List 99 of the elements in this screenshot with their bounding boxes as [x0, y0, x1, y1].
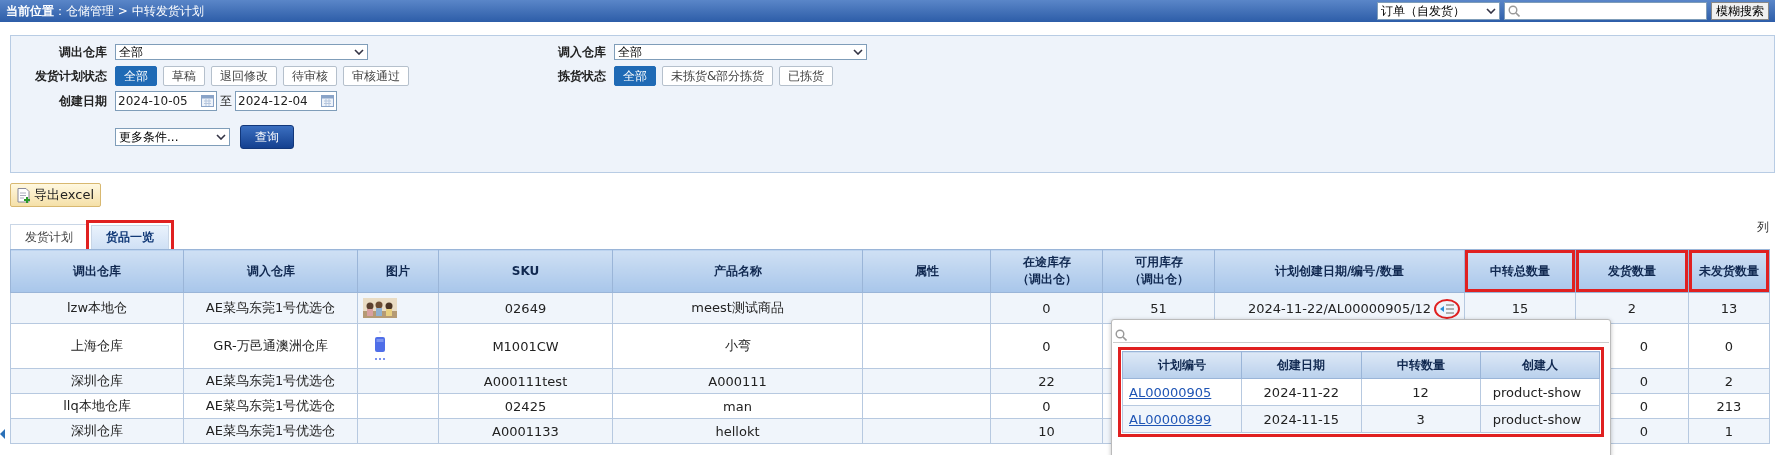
- list-icon: [1439, 303, 1455, 315]
- table-cell: llq本地仓库: [63, 398, 131, 413]
- calendar-icon: [201, 95, 214, 107]
- column-header: 计划编号: [1122, 351, 1242, 379]
- export-button[interactable]: 导出excel: [10, 183, 101, 207]
- caret-icon: [853, 49, 863, 55]
- table-cell: product-show: [1492, 411, 1582, 427]
- warehouse-select[interactable]: 全部: [115, 44, 368, 60]
- search-field[interactable]: [1504, 2, 1707, 20]
- table-cell: 小弯: [724, 338, 751, 353]
- table-cell: 13: [1720, 300, 1738, 316]
- table-cell: AE菜鸟东莞1号优选仓: [205, 300, 336, 315]
- table-cell: 10: [1038, 423, 1055, 439]
- table-cell: 0: [1639, 398, 1649, 414]
- query-button[interactable]: 查询: [240, 125, 294, 149]
- table-cell: AE菜鸟东莞1号优选仓: [205, 398, 336, 413]
- search-icon: [1115, 329, 1127, 341]
- filter-option[interactable]: 全部: [614, 66, 656, 86]
- filter-label: 拣货状态: [557, 67, 606, 85]
- table-cell: man: [723, 398, 752, 414]
- column-header: 创建日期: [1241, 351, 1361, 379]
- table-cell: A0001133: [492, 423, 559, 439]
- date-separator: 至: [220, 92, 232, 110]
- column-header: 中转数量: [1361, 351, 1481, 379]
- table-cell: 0: [1639, 423, 1649, 439]
- search-button[interactable]: 模糊搜索: [1711, 2, 1769, 20]
- table-cell: 深圳仓库: [71, 423, 123, 438]
- warehouse-select[interactable]: 全部: [614, 44, 867, 60]
- caret-icon: [216, 134, 226, 140]
- column-header[interactable]: 未发货数量: [1688, 249, 1770, 293]
- table-cell: AE菜鸟东莞1号优选仓: [205, 373, 336, 388]
- table-cell: 0: [1042, 338, 1051, 354]
- filter-label: 发货计划状态: [34, 67, 107, 85]
- columns-link[interactable]: 列: [1757, 219, 1769, 236]
- column-header[interactable]: 产品名称: [612, 249, 863, 293]
- table-cell: 0: [1042, 398, 1051, 414]
- filter-label: 创建日期: [58, 92, 107, 110]
- table-cell: 2024-11-22/AL00000905/12: [1247, 300, 1432, 316]
- table-cell: 3: [1416, 411, 1425, 427]
- table-cell: M1001CW: [492, 338, 559, 354]
- column-header[interactable]: SKU: [438, 249, 613, 293]
- caret-icon: [354, 49, 364, 55]
- search-type-select[interactable]: 订单（自发货）: [1377, 2, 1500, 20]
- filter-option[interactable]: 草稿: [163, 66, 205, 86]
- column-header[interactable]: 调入仓库: [183, 249, 358, 293]
- table-cell: 51: [1150, 300, 1167, 316]
- column-header[interactable]: 属性: [862, 249, 991, 293]
- table-cell: 15: [1511, 300, 1529, 316]
- table-cell: A000111: [708, 373, 767, 389]
- more-conditions-select[interactable]: 更多条件...: [115, 128, 230, 146]
- table-cell: 1: [1724, 423, 1734, 439]
- left-arrow-icon: [0, 429, 5, 439]
- filter-option[interactable]: 审核通过: [343, 66, 409, 86]
- filter-option[interactable]: 未拣货&部分拣货: [662, 66, 774, 86]
- calendar-icon: [321, 95, 334, 107]
- table-cell: lzw本地仓: [66, 300, 128, 315]
- column-header[interactable]: 计划创建日期/编号/数量: [1214, 249, 1465, 293]
- search-field[interactable]: [1113, 328, 1609, 343]
- table-cell: 02649: [504, 300, 547, 316]
- table-cell: 12: [1412, 384, 1429, 400]
- filter-label: 调出仓库: [58, 44, 107, 61]
- table-cell: meest测试商品: [691, 300, 784, 315]
- table-cell: 2024-11-22: [1263, 384, 1340, 400]
- filter-option[interactable]: 待审核: [283, 66, 337, 86]
- filter-option[interactable]: 已拣货: [779, 66, 834, 86]
- breadcrumb: 当前位置：仓储管理 > 中转发货计划: [6, 2, 204, 20]
- date-field[interactable]: 2024-12-04: [235, 91, 337, 111]
- column-header[interactable]: 图片: [357, 249, 439, 293]
- table-cell: 2: [1627, 300, 1637, 316]
- table-cell: 0: [1639, 338, 1649, 354]
- table-cell: product-show: [1492, 384, 1582, 400]
- column-header[interactable]: 在途库存 （调出仓）: [990, 249, 1103, 293]
- table-cell: hellokt: [715, 423, 760, 439]
- filter-option[interactable]: 退回修改: [211, 66, 277, 86]
- table-cell: 02425: [504, 398, 547, 414]
- column-header[interactable]: 发货数量: [1575, 249, 1689, 293]
- date-field[interactable]: 2024-10-05: [115, 91, 217, 111]
- table-cell: 0: [1724, 338, 1734, 354]
- table-cell: 2024-11-15: [1263, 411, 1340, 427]
- column-header[interactable]: 可用库存 （调出仓）: [1102, 249, 1215, 293]
- filter-option[interactable]: 全部: [115, 66, 157, 86]
- table-cell: 22: [1038, 373, 1055, 389]
- column-header[interactable]: 调出仓库: [10, 249, 184, 293]
- table-cell: 213: [1716, 398, 1742, 414]
- table-cell: 上海仓库: [71, 338, 123, 353]
- search-icon: [1508, 5, 1520, 17]
- table-cell: GR-万邑通澳洲仓库: [213, 338, 328, 353]
- table-cell: 0: [1639, 373, 1649, 389]
- column-header[interactable]: 中转总数量: [1464, 249, 1576, 293]
- table-cell: 2: [1724, 373, 1734, 389]
- spreadsheet-add-icon: [17, 187, 31, 203]
- table-cell: AE菜鸟东莞1号优选仓: [205, 423, 336, 438]
- table-cell: 0: [1042, 300, 1051, 316]
- tab[interactable]: 发货计划: [10, 224, 88, 249]
- caret-icon: [1486, 8, 1496, 14]
- table-cell: 深圳仓库: [71, 373, 123, 388]
- filter-label: 调入仓库: [557, 44, 606, 61]
- column-header: 创建人: [1480, 351, 1600, 379]
- table-cell: A000111test: [483, 373, 568, 389]
